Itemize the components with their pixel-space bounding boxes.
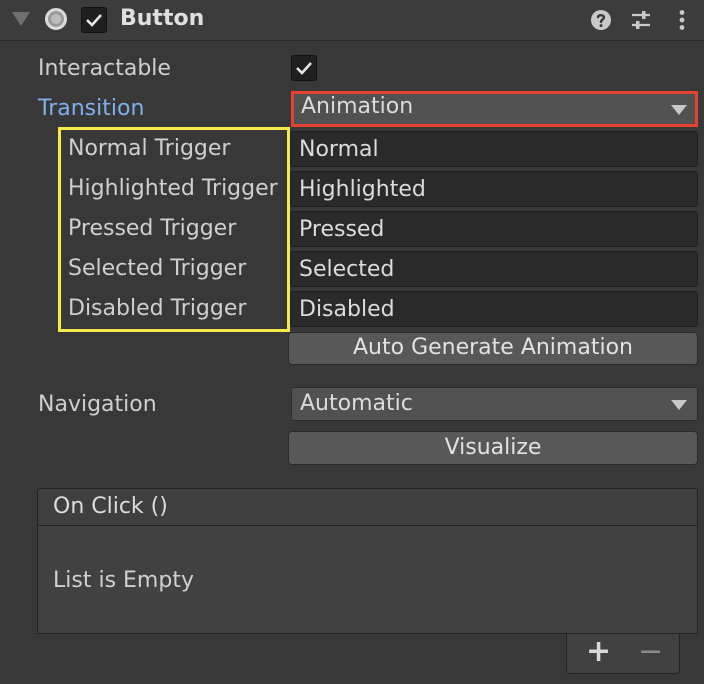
transition-value: Animation bbox=[301, 94, 414, 119]
checkmark-icon bbox=[86, 14, 102, 27]
checkmark-icon bbox=[296, 62, 312, 75]
component-enabled-checkbox[interactable] bbox=[81, 7, 107, 33]
list-empty-text: List is Empty bbox=[53, 568, 194, 593]
navigation-label: Navigation bbox=[38, 392, 157, 417]
trigger-field-normal[interactable]: Normal bbox=[290, 131, 698, 167]
auto-generate-animation-button[interactable]: Auto Generate Animation bbox=[288, 332, 698, 365]
trigger-field-selected[interactable]: Selected bbox=[290, 251, 698, 287]
trigger-field-pressed[interactable]: Pressed bbox=[290, 211, 698, 247]
more-icon[interactable] bbox=[670, 8, 694, 32]
trigger-label-disabled: Disabled Trigger bbox=[68, 296, 247, 321]
navigation-dropdown[interactable]: Automatic bbox=[291, 387, 698, 421]
interactable-checkbox[interactable] bbox=[291, 55, 317, 81]
transition-dropdown[interactable]: Animation bbox=[292, 92, 698, 126]
chevron-down-icon bbox=[671, 400, 687, 410]
foldout-arrow-icon[interactable] bbox=[12, 12, 30, 26]
preset-icon[interactable] bbox=[629, 8, 653, 32]
on-click-list: List is Empty bbox=[37, 526, 698, 634]
navigation-value: Automatic bbox=[300, 391, 413, 416]
visualize-button[interactable]: Visualize bbox=[288, 431, 698, 465]
trigger-field-disabled[interactable]: Disabled bbox=[290, 291, 698, 327]
object-icon bbox=[45, 8, 67, 30]
component-title: Button bbox=[120, 6, 205, 31]
add-element-button[interactable]: + bbox=[586, 634, 611, 669]
help-icon[interactable] bbox=[589, 8, 613, 32]
chevron-down-icon bbox=[671, 105, 687, 115]
trigger-label-pressed: Pressed Trigger bbox=[68, 216, 237, 241]
remove-element-button[interactable]: − bbox=[638, 634, 663, 669]
trigger-label-highlighted: Highlighted Trigger bbox=[68, 176, 278, 201]
trigger-label-normal: Normal Trigger bbox=[68, 136, 231, 161]
interactable-label: Interactable bbox=[38, 56, 171, 81]
on-click-header: On Click () bbox=[37, 488, 698, 526]
trigger-label-selected: Selected Trigger bbox=[68, 256, 247, 281]
trigger-field-highlighted[interactable]: Highlighted bbox=[290, 171, 698, 207]
transition-label: Transition bbox=[38, 96, 145, 121]
